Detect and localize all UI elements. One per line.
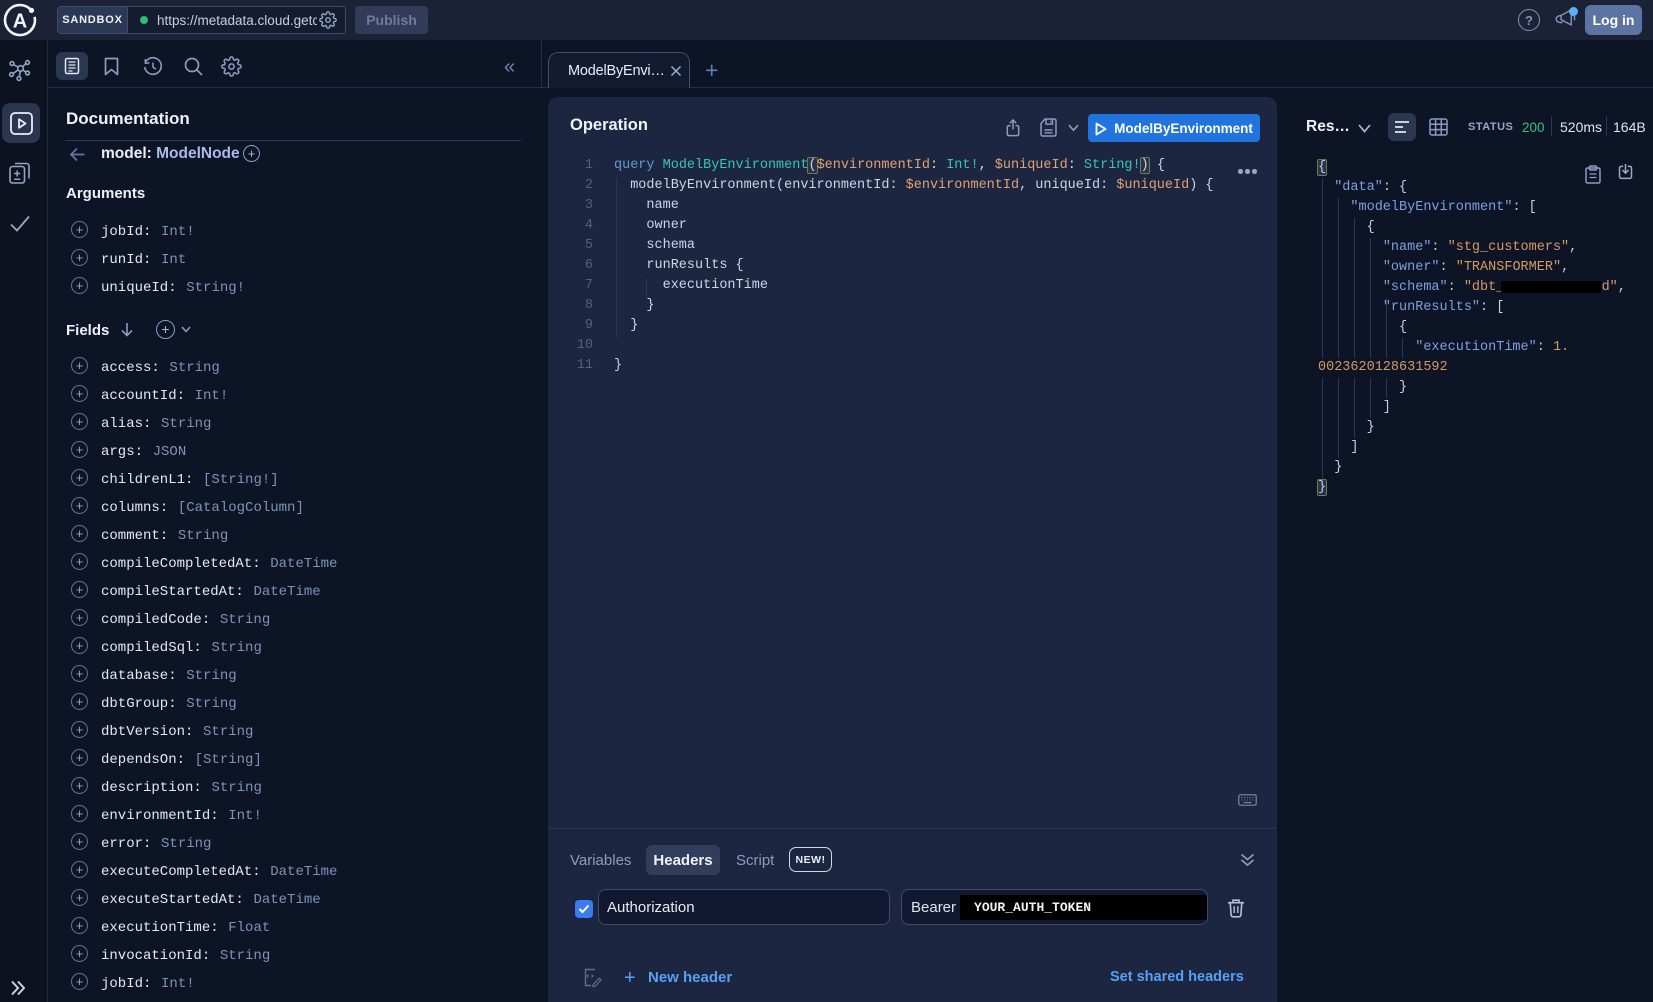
svg-text:A: A bbox=[13, 11, 27, 33]
